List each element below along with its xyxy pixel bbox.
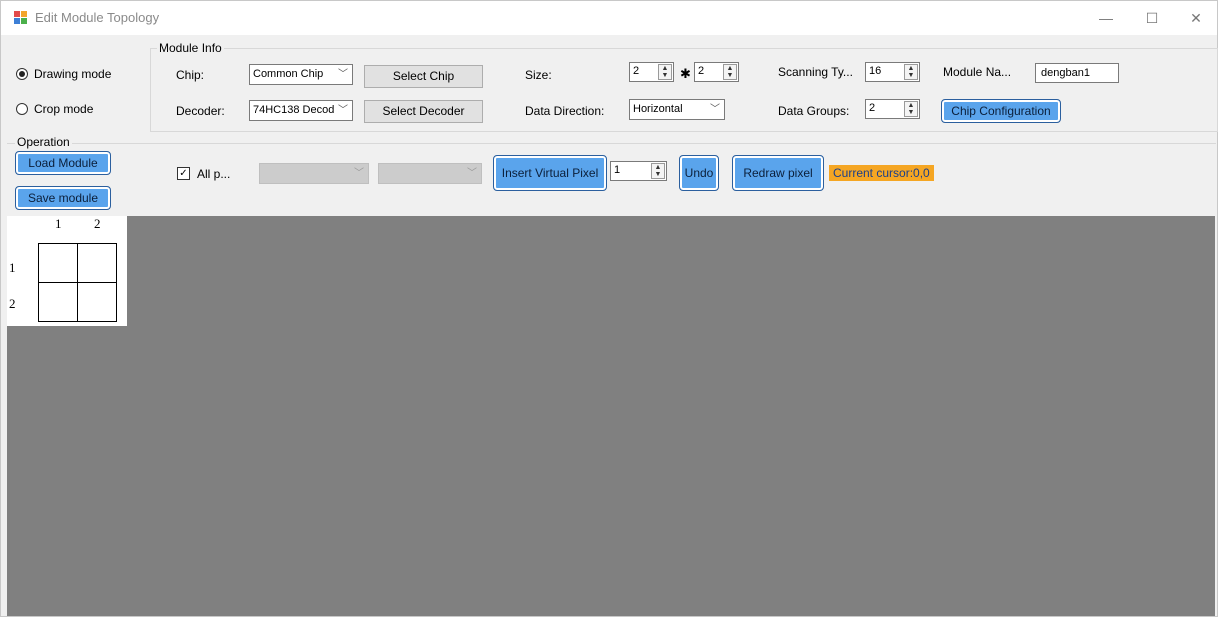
redraw-pixel-button[interactable]: Redraw pixel bbox=[732, 155, 824, 191]
chip-configuration-button[interactable]: Chip Configuration bbox=[941, 99, 1061, 123]
data-direction-combo[interactable]: Horizontal ﹀ bbox=[629, 99, 725, 120]
topology-canvas[interactable] bbox=[7, 216, 1215, 616]
spinner-arrows-icon[interactable]: ▲ ▼ bbox=[904, 64, 918, 80]
row-header: 1 bbox=[9, 260, 16, 275]
size-width-value: 2 bbox=[633, 65, 640, 77]
all-pixels-label[interactable]: All p... bbox=[197, 167, 230, 181]
pixel-cell[interactable] bbox=[38, 243, 78, 283]
spinner-arrows-icon[interactable]: ▲ ▼ bbox=[723, 64, 737, 80]
checkmark-icon: ✓ bbox=[179, 168, 188, 179]
select-chip-button[interactable]: Select Chip bbox=[364, 65, 483, 88]
decoder-combo[interactable]: 74HC138 Decod ﹀ bbox=[249, 100, 353, 121]
spinner-arrows-icon[interactable]: ▲ ▼ bbox=[904, 101, 918, 117]
size-width-spinner[interactable]: 2 ▲ ▼ bbox=[629, 62, 674, 82]
column-header: 1 bbox=[55, 216, 62, 231]
module-name-label: Module Na... bbox=[943, 65, 1012, 79]
decoder-value: 74HC138 Decod bbox=[253, 104, 335, 116]
scanning-type-label: Scanning Ty... bbox=[778, 65, 853, 79]
undo-button[interactable]: Undo bbox=[679, 155, 719, 191]
chevron-down-icon: ﹀ bbox=[338, 69, 348, 80]
data-direction-label: Data Direction: bbox=[525, 104, 605, 118]
save-module-button[interactable]: Save module bbox=[15, 186, 111, 210]
size-label: Size: bbox=[525, 68, 552, 82]
chevron-down-icon: ﹀ bbox=[710, 104, 720, 115]
app-icon bbox=[14, 11, 28, 25]
chevron-down-icon: ﹀ bbox=[354, 168, 364, 179]
topology-grid: 1 2 1 2 bbox=[7, 216, 127, 326]
virtual-pixel-count-value: 1 bbox=[614, 164, 621, 176]
spinner-arrows-icon[interactable]: ▲ ▼ bbox=[651, 163, 665, 179]
module-info-title: Module Info bbox=[157, 41, 224, 55]
scanning-type-spinner[interactable]: 16 ▲ ▼ bbox=[865, 62, 920, 82]
data-groups-spinner[interactable]: 2 ▲ ▼ bbox=[865, 99, 920, 119]
disabled-combo-1[interactable]: ﹀ bbox=[259, 163, 369, 184]
crop-mode-radio[interactable] bbox=[16, 103, 28, 115]
chip-combo[interactable]: Common Chip ﹀ bbox=[249, 64, 353, 85]
maximize-button[interactable]: ☐ bbox=[1129, 1, 1175, 35]
data-groups-label: Data Groups: bbox=[778, 104, 850, 118]
scanning-type-value: 16 bbox=[869, 65, 882, 77]
spinner-arrows-icon[interactable]: ▲ ▼ bbox=[658, 64, 672, 80]
close-button[interactable]: ✕ bbox=[1173, 1, 1218, 35]
cursor-status-badge: Current cursor:0,0 bbox=[829, 165, 934, 181]
data-groups-value: 2 bbox=[869, 102, 876, 114]
decoder-label: Decoder: bbox=[176, 104, 225, 118]
size-times-icon: ✱ bbox=[680, 66, 691, 81]
drawing-mode-radio[interactable] bbox=[16, 68, 28, 80]
disabled-combo-2[interactable]: ﹀ bbox=[378, 163, 482, 184]
chip-label: Chip: bbox=[176, 68, 205, 82]
size-height-spinner[interactable]: 2 ▲ ▼ bbox=[694, 62, 739, 82]
chevron-down-icon: ﹀ bbox=[467, 168, 477, 179]
all-pixels-checkbox[interactable]: ✓ bbox=[177, 167, 190, 180]
select-decoder-button[interactable]: Select Decoder bbox=[364, 100, 483, 123]
pixel-cell[interactable] bbox=[77, 282, 117, 322]
minimize-button[interactable]: — bbox=[1083, 1, 1129, 35]
pixel-cell[interactable] bbox=[77, 243, 117, 283]
insert-virtual-pixel-button[interactable]: Insert Virtual Pixel bbox=[493, 155, 607, 191]
window-title: Edit Module Topology bbox=[35, 10, 160, 25]
crop-mode-label[interactable]: Crop mode bbox=[34, 102, 93, 116]
column-header: 2 bbox=[94, 216, 101, 231]
row-header: 2 bbox=[9, 296, 16, 311]
data-direction-value: Horizontal bbox=[633, 103, 683, 115]
title-bar: Edit Module Topology — ☐ ✕ bbox=[1, 1, 1217, 35]
chip-value: Common Chip bbox=[253, 68, 324, 80]
operation-title: Operation bbox=[15, 135, 72, 149]
load-module-button[interactable]: Load Module bbox=[15, 151, 111, 175]
size-height-value: 2 bbox=[698, 65, 705, 77]
drawing-mode-label[interactable]: Drawing mode bbox=[34, 67, 111, 81]
virtual-pixel-count-spinner[interactable]: 1 ▲ ▼ bbox=[610, 161, 667, 181]
chevron-down-icon: ﹀ bbox=[338, 105, 348, 116]
module-name-input[interactable]: dengban1 bbox=[1035, 63, 1119, 83]
edit-module-topology-window: Edit Module Topology — ☐ ✕ Drawing mode … bbox=[0, 0, 1218, 617]
pixel-cell[interactable] bbox=[38, 282, 78, 322]
